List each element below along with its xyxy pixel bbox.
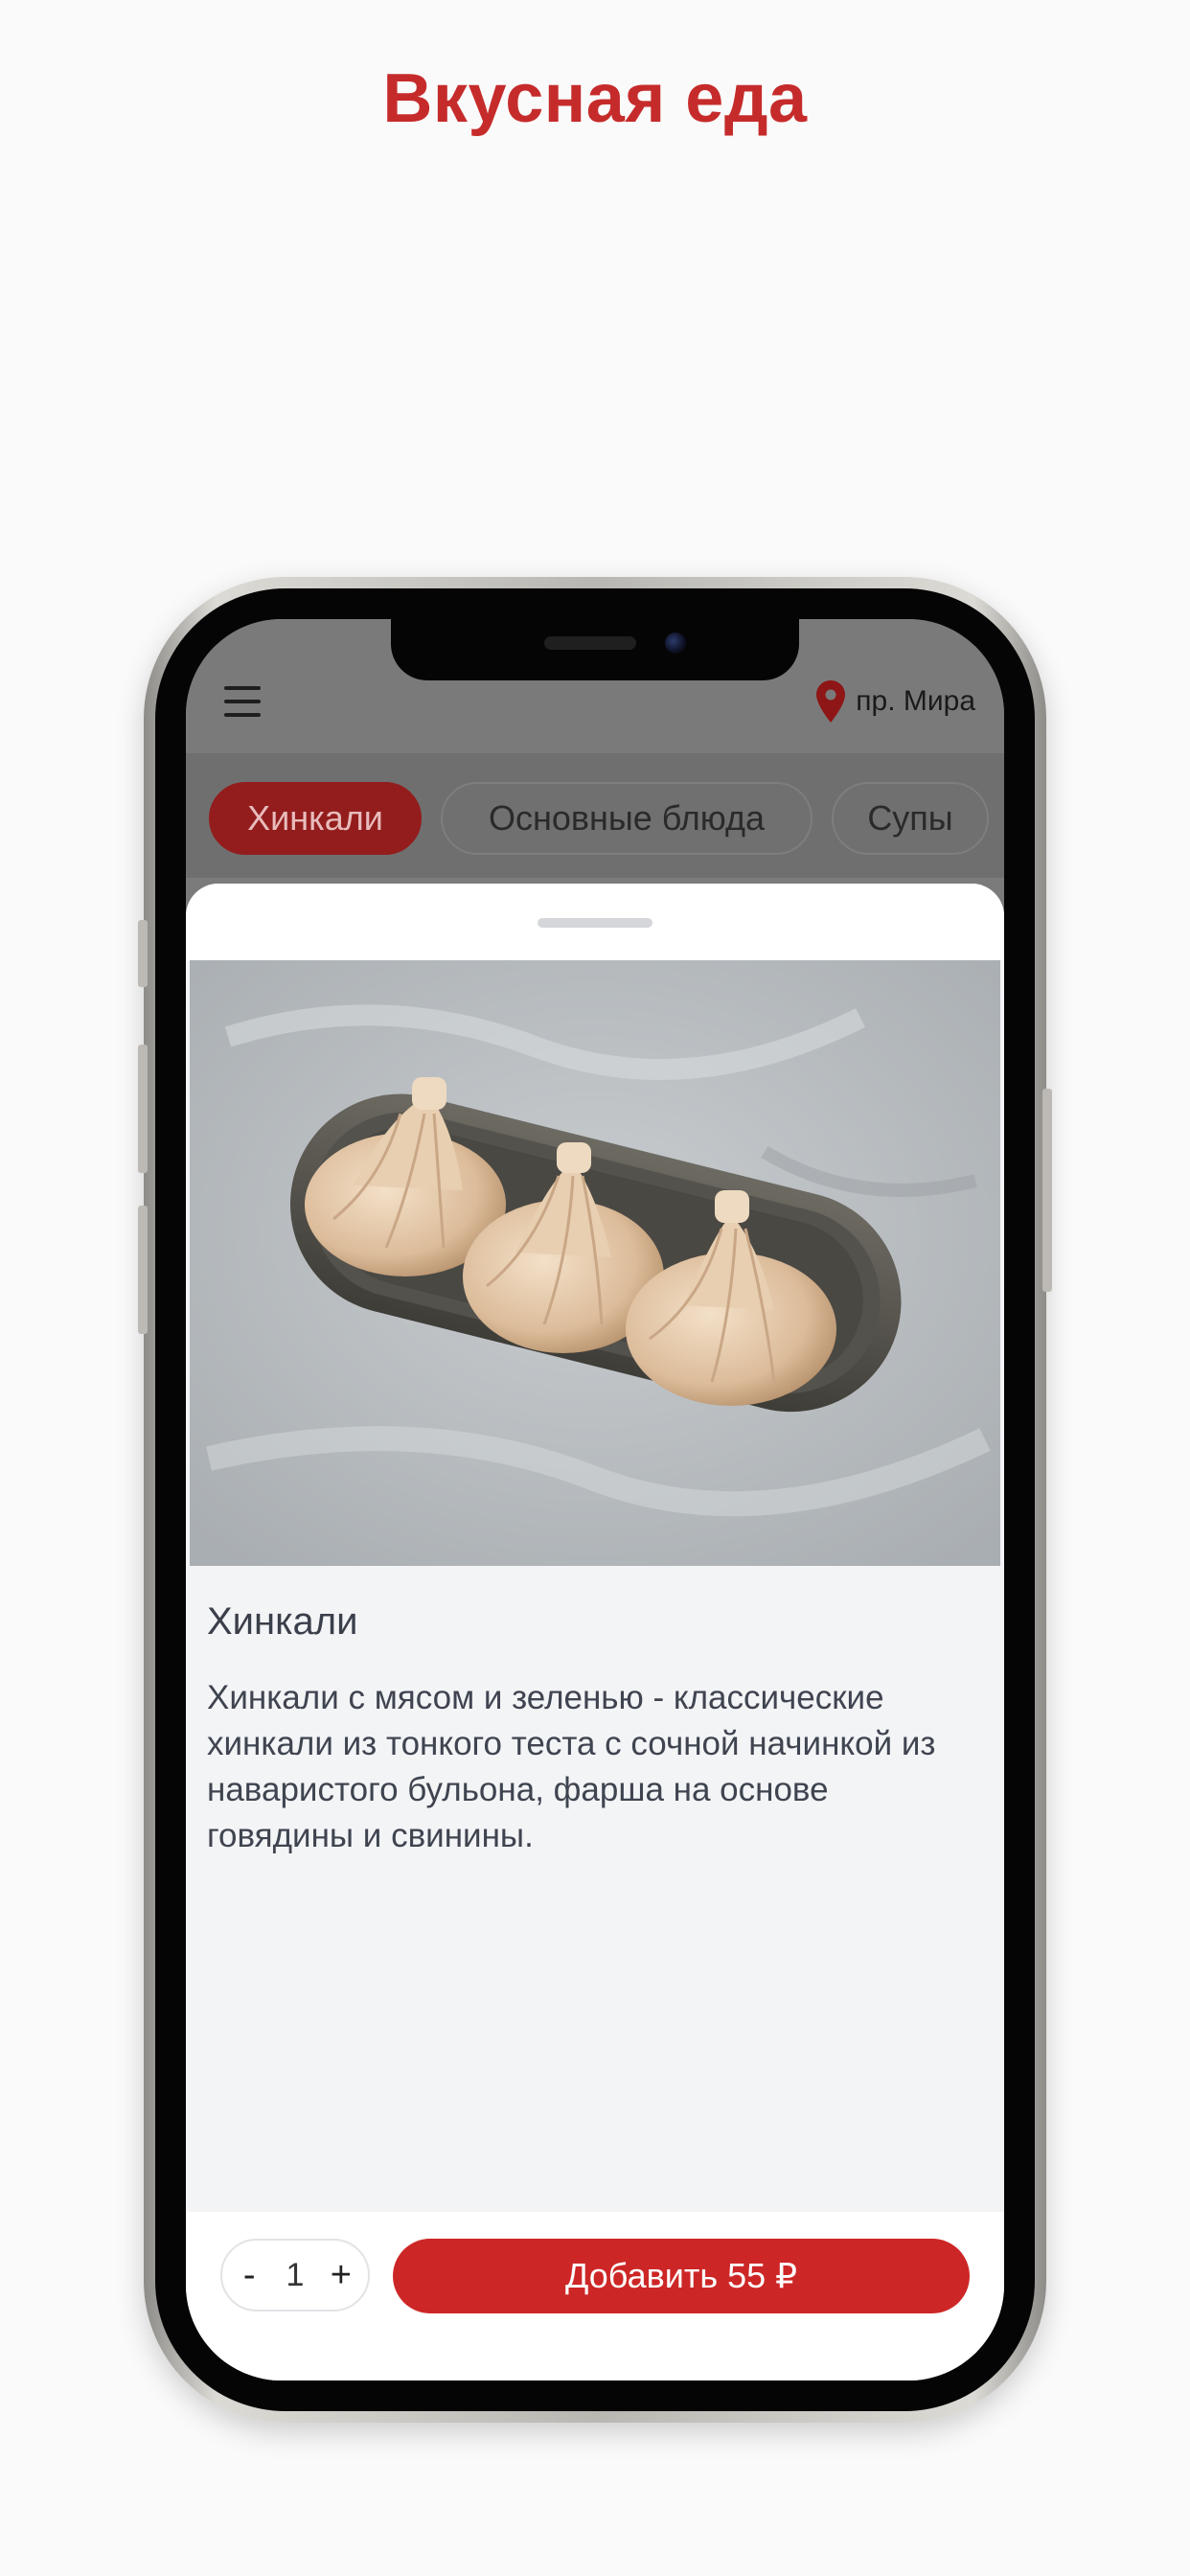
tab-main-dishes[interactable]: Основные блюда [441, 782, 812, 855]
product-photo [190, 960, 1000, 1566]
map-pin-icon [816, 680, 846, 723]
sheet-grabber-handle[interactable] [538, 918, 652, 928]
promo-title: Вкусная еда [382, 60, 808, 137]
product-bottom-sheet: Хинкали Хинкали с мясом и зеленью - клас… [186, 884, 1004, 2380]
speaker-grille [544, 636, 636, 650]
app-screen: пр. Мира Хинкали Основные блюда Супы Хин… [186, 619, 1004, 2380]
product-name: Хинкали [207, 1600, 358, 1643]
phone-frame: пр. Мира Хинкали Основные блюда Супы Хин… [138, 577, 1052, 2423]
category-tabs: Хинкали Основные блюда Супы [186, 753, 1004, 878]
power-button [1042, 1089, 1052, 1292]
front-camera [665, 632, 686, 654]
quantity-value: 1 [286, 2256, 305, 2293]
increase-quantity-button[interactable]: + [324, 2255, 358, 2296]
khinkali-dish-illustration [190, 960, 1000, 1566]
notch [391, 619, 799, 680]
location-selector[interactable]: пр. Мира [815, 680, 975, 723]
sheet-header [186, 884, 1004, 960]
quantity-stepper: - 1 + [220, 2239, 370, 2312]
mute-switch [138, 920, 148, 987]
location-label: пр. Мира [856, 685, 975, 717]
volume-up-button [138, 1045, 148, 1173]
hamburger-menu-icon[interactable] [224, 686, 261, 717]
tab-khinkali[interactable]: Хинкали [209, 782, 422, 855]
sheet-footer: - 1 + Добавить 55 ₽ [186, 2212, 1004, 2380]
tab-soups[interactable]: Супы [832, 782, 989, 855]
volume-down-button [138, 1206, 148, 1334]
decrease-quantity-button[interactable]: - [232, 2255, 266, 2296]
add-to-cart-button[interactable]: Добавить 55 ₽ [393, 2239, 970, 2313]
product-description: Хинкали с мясом и зеленью - классические… [207, 1679, 936, 1854]
